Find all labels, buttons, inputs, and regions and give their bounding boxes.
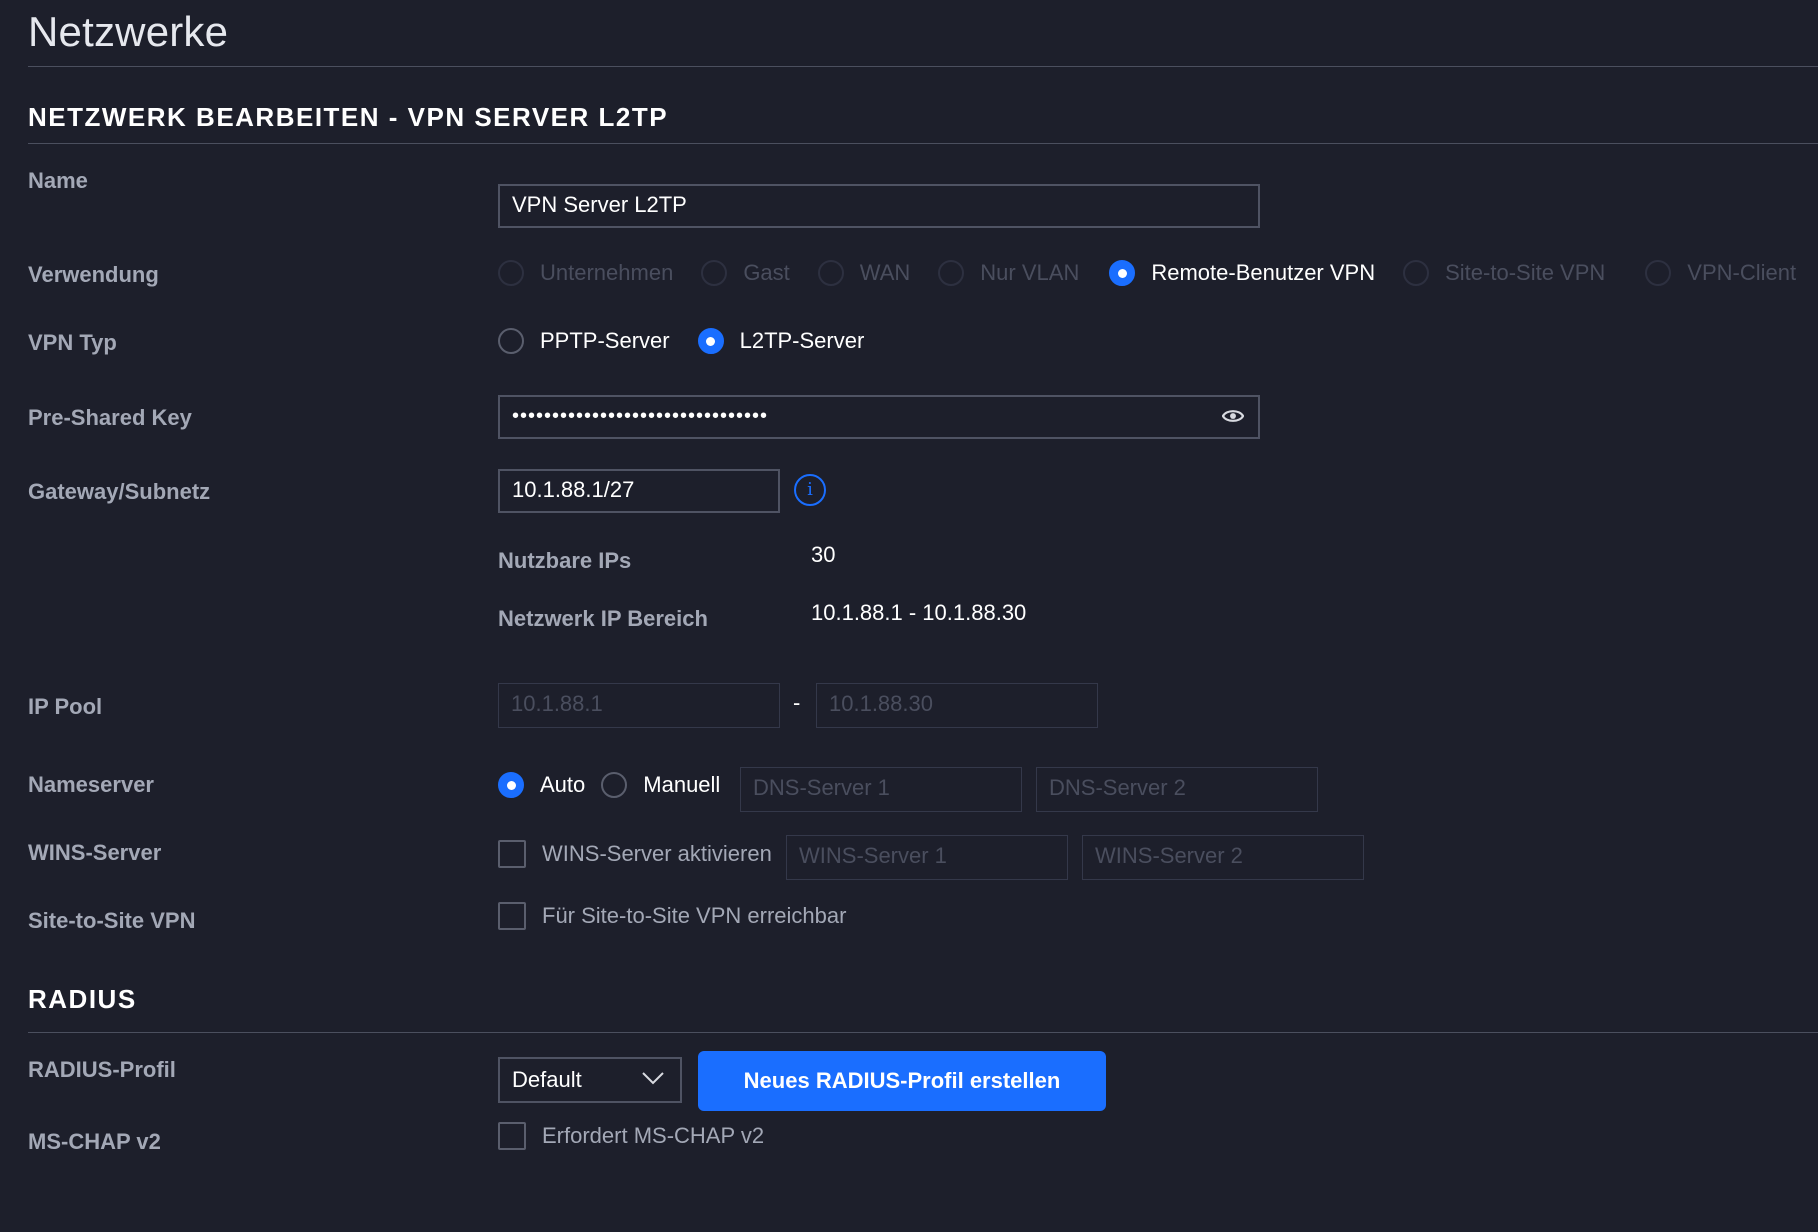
usage-option-label: Unternehmen	[540, 260, 674, 285]
radio-circle	[938, 260, 965, 286]
wins-server-2-input[interactable]: WINS-Server 2	[1082, 835, 1364, 880]
mschap-label: MS-CHAP v2	[28, 1129, 161, 1154]
vpn-type-label: VPN Typ	[28, 330, 117, 355]
networks-page: Netzwerke NETZWERK BEARBEITEN - VPN SERV…	[0, 0, 1818, 1232]
vpn-type-option-pptp[interactable]: PPTP-Server	[498, 328, 670, 354]
vpn-type-option-label: PPTP-Server	[540, 328, 670, 353]
site-to-site-checkbox-label: Für Site-to-Site VPN erreichbar	[542, 903, 847, 928]
page-title: Netzwerke	[28, 8, 229, 55]
ip-pool-label: IP Pool	[28, 694, 103, 719]
vpn-type-radio-group: PPTP-Server L2TP-Server	[498, 328, 894, 354]
name-input[interactable]: VPN Server L2TP	[498, 184, 1260, 228]
dns-server-1-input[interactable]: DNS-Server 1	[740, 767, 1022, 812]
wins-enable-checkbox[interactable]	[498, 840, 526, 868]
dns-server-2-input[interactable]: DNS-Server 2	[1036, 767, 1318, 812]
usable-ips-value: 30	[811, 542, 836, 567]
wins-server-1-input[interactable]: WINS-Server 1	[786, 835, 1068, 880]
usage-label: Verwendung	[28, 262, 159, 287]
gateway-label: Gateway/Subnetz	[28, 479, 211, 504]
usage-radio-group: Unternehmen Gast WAN Nur VLAN Remote-Ben…	[498, 260, 1796, 286]
title-divider	[28, 66, 1818, 67]
psk-input[interactable]: ••••••••••••••••••••••••••••••••	[498, 395, 1260, 439]
nameserver-option-auto[interactable]: Auto	[498, 772, 585, 798]
site-to-site-checkbox[interactable]	[498, 902, 526, 930]
radio-circle	[817, 260, 844, 286]
name-label: Name	[28, 168, 88, 193]
radio-circle	[701, 260, 728, 286]
usage-option-label: Site-to-Site VPN	[1445, 260, 1606, 285]
usage-option-label: Nur VLAN	[980, 260, 1080, 285]
ip-pool-end-input[interactable]: 10.1.88.30	[816, 683, 1098, 728]
usage-option-label: VPN-Client	[1687, 260, 1797, 285]
nameserver-radio-group: Auto Manuell	[498, 772, 720, 798]
mschap-checkbox-row[interactable]: Erfordert MS-CHAP v2	[498, 1122, 764, 1150]
radio-circle	[1645, 260, 1672, 286]
mschap-checkbox-label: Erfordert MS-CHAP v2	[542, 1123, 765, 1148]
radius-section-title: RADIUS	[28, 984, 137, 1014]
radio-circle	[697, 328, 724, 354]
radius-profile-selected: Default	[512, 1067, 582, 1092]
create-radius-profile-button[interactable]: Neues RADIUS-Profil erstellen	[698, 1051, 1106, 1111]
wins-server-2-placeholder: WINS-Server 2	[1095, 843, 1243, 868]
usable-ips-label: Nutzbare IPs	[498, 548, 632, 573]
vpn-type-option-l2tp[interactable]: L2TP-Server	[697, 328, 865, 354]
chevron-down-icon	[642, 1072, 664, 1085]
psk-label: Pre-Shared Key	[28, 405, 192, 430]
radio-circle	[498, 772, 524, 798]
psk-masked-value: ••••••••••••••••••••••••••••••••	[512, 405, 769, 427]
info-icon[interactable]: i	[794, 474, 826, 506]
radio-circle	[498, 260, 524, 286]
ip-pool-start-input[interactable]: 10.1.88.1	[498, 683, 780, 728]
radio-circle	[1403, 260, 1430, 286]
usage-option-unternehmen[interactable]: Unternehmen	[498, 260, 673, 286]
dns-server-1-placeholder: DNS-Server 1	[753, 775, 890, 800]
usage-option-vpn-client[interactable]: VPN-Client	[1645, 260, 1796, 286]
usage-option-label: Remote-Benutzer VPN	[1151, 260, 1376, 285]
gateway-input[interactable]: 10.1.88.1/27	[498, 469, 780, 513]
wins-label: WINS-Server	[28, 840, 162, 865]
usage-option-nur-vlan[interactable]: Nur VLAN	[938, 260, 1079, 286]
usage-option-wan[interactable]: WAN	[817, 260, 911, 286]
nameserver-option-manual[interactable]: Manuell	[601, 772, 720, 798]
ip-range-label: Netzwerk IP Bereich	[498, 606, 708, 631]
radius-divider	[28, 1032, 1818, 1033]
ip-pool-separator: -	[793, 690, 801, 715]
radius-profile-label: RADIUS-Profil	[28, 1057, 176, 1082]
eye-icon[interactable]	[1222, 407, 1244, 425]
usage-option-remote-user-vpn[interactable]: Remote-Benutzer VPN	[1109, 260, 1375, 286]
usage-option-label: Gast	[743, 260, 790, 285]
radius-profile-select[interactable]: Default	[498, 1057, 682, 1103]
usage-option-gast[interactable]: Gast	[701, 260, 790, 286]
wins-server-1-placeholder: WINS-Server 1	[799, 843, 947, 868]
wins-enable-label: WINS-Server aktivieren	[542, 841, 772, 866]
usage-option-label: WAN	[859, 260, 911, 285]
mschap-checkbox[interactable]	[498, 1122, 526, 1150]
wins-enable-checkbox-row[interactable]: WINS-Server aktivieren	[498, 840, 772, 868]
ip-range-value: 10.1.88.1 - 10.1.88.30	[811, 600, 1027, 625]
nameserver-option-label: Auto	[540, 772, 586, 797]
vpn-type-option-label: L2TP-Server	[739, 328, 865, 353]
nameserver-label: Nameserver	[28, 772, 154, 797]
nameserver-option-label: Manuell	[643, 772, 721, 797]
radio-circle	[498, 328, 524, 354]
usage-option-site-to-site-vpn[interactable]: Site-to-Site VPN	[1403, 260, 1605, 286]
dns-server-2-placeholder: DNS-Server 2	[1049, 775, 1186, 800]
edit-section-title: NETZWERK BEARBEITEN - VPN SERVER L2TP	[28, 102, 669, 132]
section-divider	[28, 143, 1818, 144]
site-to-site-label: Site-to-Site VPN	[28, 908, 196, 933]
site-to-site-checkbox-row[interactable]: Für Site-to-Site VPN erreichbar	[498, 902, 846, 930]
radio-circle	[601, 772, 628, 798]
radio-circle	[1109, 260, 1136, 286]
